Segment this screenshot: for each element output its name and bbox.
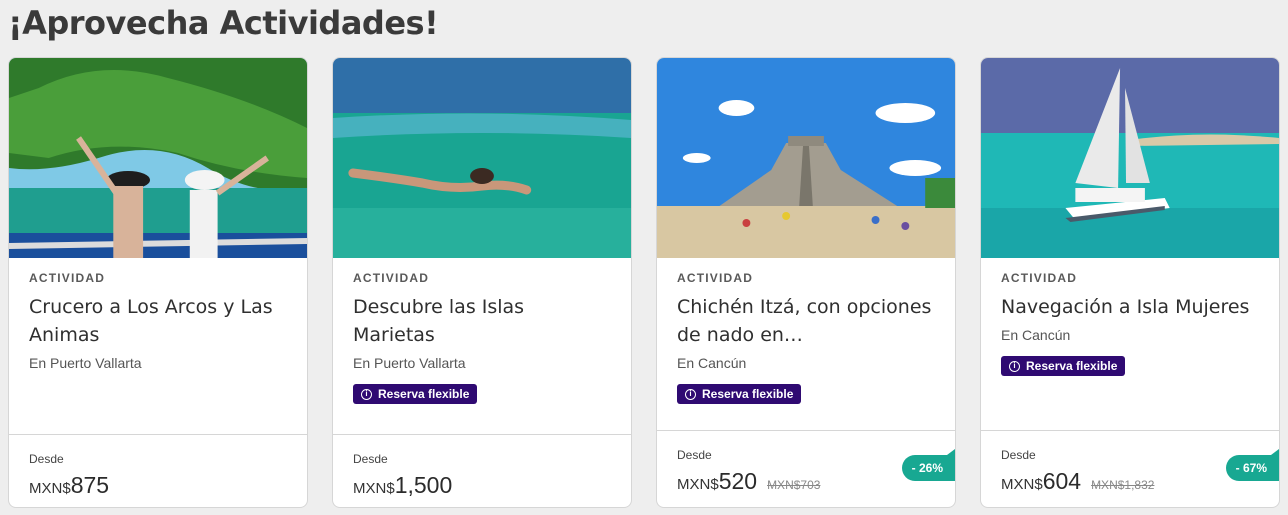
flexible-booking-badge: i Reserva flexible (353, 384, 478, 404)
price-currency: MXN$ (353, 480, 395, 497)
info-circle-icon: i (361, 388, 372, 400)
price-currency: MXN$ (677, 476, 719, 493)
card-footer: Desde MXN$ 604 MXN$1,832 - 67% (981, 430, 1279, 507)
card-footer: Desde MXN$ 1,500 (333, 434, 631, 507)
price-line: MXN$ 875 (29, 472, 287, 499)
discount-badge: - 26% (901, 449, 955, 481)
activity-card-los-arcos[interactable]: ACTIVIDAD Crucero a Los Arcos y Las Anim… (8, 57, 308, 508)
badge-label: Reserva flexible (1026, 359, 1118, 373)
card-title[interactable]: Descubre las Islas Marietas (353, 293, 611, 349)
card-location: En Puerto Vallarta (353, 355, 466, 371)
price-from-label: Desde (353, 452, 388, 466)
activity-card-chichen-itza[interactable]: ACTIVIDAD Chichén Itzá, con opciones de … (656, 57, 956, 508)
activity-image (657, 58, 955, 258)
info-circle-icon: i (1009, 360, 1020, 372)
price-line: MXN$ 1,500 (353, 472, 611, 499)
activity-image (981, 58, 1279, 258)
card-category: ACTIVIDAD (29, 271, 106, 285)
price-amount: 520 (718, 468, 758, 494)
price-amount: 875 (70, 472, 110, 498)
price-from-label: Desde (677, 448, 712, 462)
price-from-label: Desde (29, 452, 64, 466)
card-category: ACTIVIDAD (677, 271, 754, 285)
card-category: ACTIVIDAD (353, 271, 430, 285)
card-title[interactable]: Chichén Itzá, con opciones de nado en… (677, 293, 935, 349)
badge-label: Reserva flexible (702, 387, 794, 401)
price-currency: MXN$ (29, 480, 71, 497)
section-title: ¡Aprovecha Actividades! (8, 4, 439, 42)
card-category: ACTIVIDAD (1001, 271, 1078, 285)
card-title[interactable]: Crucero a Los Arcos y Las Animas (29, 293, 287, 349)
price-from-label: Desde (1001, 448, 1036, 462)
price-amount: 1,500 (394, 472, 453, 498)
activity-card-isla-mujeres[interactable]: ACTIVIDAD Navegación a Isla Mujeres En C… (980, 57, 1280, 508)
price-line: MXN$ 520 MXN$703 (677, 468, 935, 495)
flexible-booking-badge: i Reserva flexible (1001, 356, 1126, 376)
card-footer: Desde MXN$ 875 (9, 434, 307, 507)
info-circle-icon: i (685, 388, 696, 400)
activity-image (9, 58, 307, 258)
card-footer: Desde MXN$ 520 MXN$703 - 26% (657, 430, 955, 507)
price-currency: MXN$ (1001, 476, 1043, 493)
flexible-booking-badge: i Reserva flexible (677, 384, 802, 404)
discount-badge: - 67% (1225, 449, 1279, 481)
badge-label: Reserva flexible (378, 387, 470, 401)
price-amount: 604 (1042, 468, 1082, 494)
old-price: MXN$703 (767, 478, 821, 492)
activity-image (333, 58, 631, 258)
price-line: MXN$ 604 MXN$1,832 (1001, 468, 1259, 495)
card-location: En Puerto Vallarta (29, 355, 142, 371)
activity-cards: ACTIVIDAD Crucero a Los Arcos y Las Anim… (8, 57, 1280, 508)
card-location: En Cancún (677, 355, 747, 371)
card-location: En Cancún (1001, 327, 1071, 343)
activity-card-islas-marietas[interactable]: ACTIVIDAD Descubre las Islas Marietas En… (332, 57, 632, 508)
card-title[interactable]: Navegación a Isla Mujeres (1001, 293, 1259, 321)
old-price: MXN$1,832 (1091, 478, 1155, 492)
